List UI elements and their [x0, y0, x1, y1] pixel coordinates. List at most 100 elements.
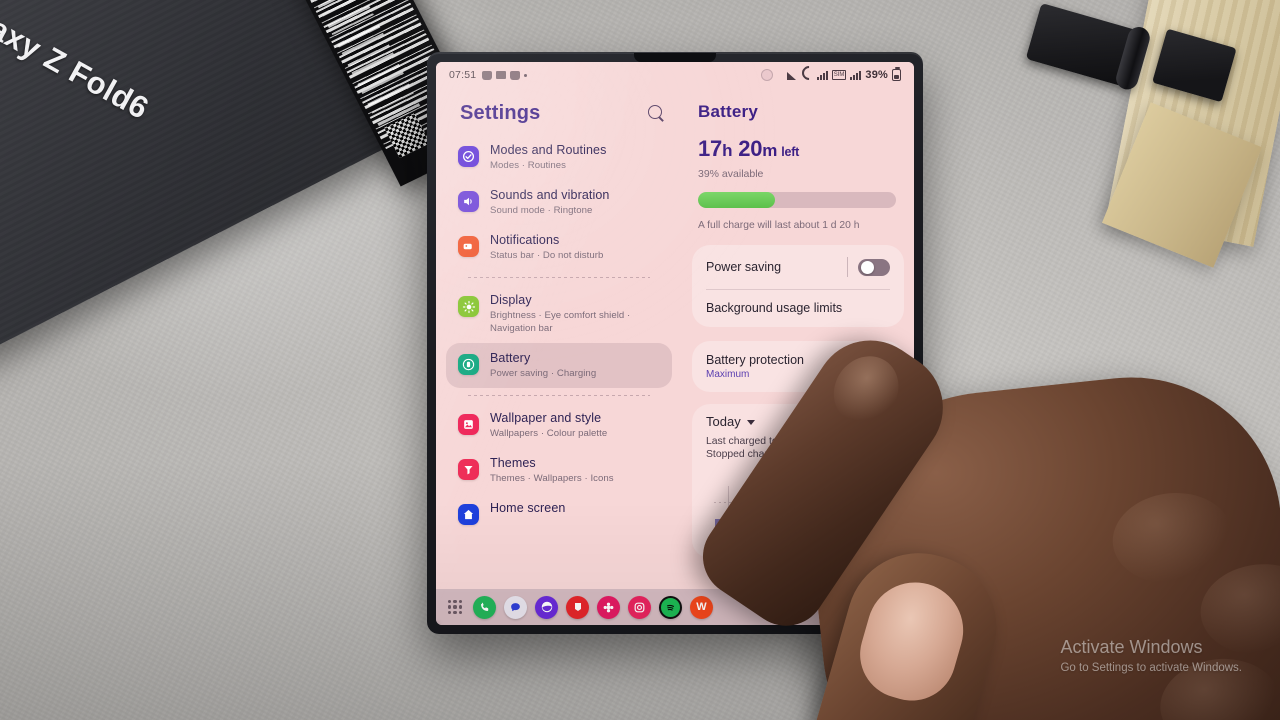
sidebar-item-label: Wallpaper and style — [490, 411, 602, 425]
row-separator — [847, 257, 848, 277]
w-app-icon[interactable]: W — [690, 595, 713, 619]
battery-level-fill — [698, 192, 776, 208]
row-label: Power saving — [706, 260, 782, 274]
cloud-icon — [510, 70, 521, 80]
gmail-icon — [496, 71, 507, 79]
battery-icon — [892, 67, 901, 81]
app-drawer-icon[interactable] — [448, 600, 462, 614]
instagram-icon[interactable] — [628, 595, 651, 619]
display-icon — [458, 296, 479, 317]
battery-hours-unit: h — [722, 141, 733, 160]
battery-remaining-block: 17h 20m left 39% available — [682, 136, 914, 180]
sidebar-item-home-screen[interactable]: Home screen — [446, 493, 672, 533]
thumb-nail — [849, 571, 975, 711]
sidebar-item-notifications[interactable]: Notifications Status bar · Do not distur… — [446, 225, 672, 270]
sidebar-item-battery[interactable]: Battery Power saving · Charging — [446, 343, 672, 388]
chevron-down-icon[interactable] — [746, 420, 755, 425]
battery-level-bar — [698, 192, 896, 208]
sidebar-item-sublabel: Themes · Wallpapers · Icons — [490, 473, 614, 484]
sidebar-item-label: Notifications — [490, 233, 560, 247]
status-bar: 07:51 SIM 39% — [436, 62, 914, 88]
status-bar-clock: 07:51 — [449, 69, 477, 81]
battery-available-label: 39% available — [698, 168, 764, 180]
sidebar-divider — [468, 395, 650, 396]
flower-app-icon[interactable] — [597, 595, 620, 619]
sidebar-item-text: Home screen — [490, 501, 565, 516]
sidebar-item-label: Battery — [490, 351, 531, 365]
search-icon[interactable] — [647, 104, 666, 123]
watermark-title: Activate Windows — [1060, 637, 1203, 657]
sidebar-header: Settings — [436, 96, 682, 135]
sidebar-item-text: Themes Themes · Wallpapers · Icons — [490, 456, 614, 485]
sidebar-item-display[interactable]: Display Brightness · Eye comfort shield … — [446, 285, 672, 343]
sidebar-item-text: Wallpaper and style Wallpapers · Colour … — [490, 411, 607, 440]
cloud-icon — [482, 70, 493, 80]
power-saving-toggle-wrap[interactable] — [847, 257, 890, 277]
battery-minutes-unit: m — [762, 141, 778, 160]
toggle-knob — [860, 260, 874, 274]
files-icon[interactable] — [566, 595, 589, 619]
sound-icon — [458, 191, 479, 212]
battery-full-charge-note: A full charge will last about 1 d 20 h — [698, 220, 860, 231]
notifications-icon — [458, 236, 479, 257]
device-hinge-notch — [634, 53, 716, 62]
modes-icon — [458, 146, 479, 167]
sidebar-item-text: Modes and Routines Modes · Routines — [490, 143, 606, 172]
samsung-internet-icon[interactable] — [535, 595, 558, 619]
status-bar-system-icons: SIM 39% — [760, 67, 901, 81]
sidebar-nav-list: Modes and Routines Modes · Routines Soun… — [436, 135, 682, 533]
spotify-icon[interactable] — [659, 595, 682, 619]
sidebar-item-sublabel: Modes · Routines — [490, 160, 566, 171]
settings-sidebar: Settings Modes and Routines Modes · Rout… — [436, 88, 682, 589]
sidebar-item-themes[interactable]: Themes Themes · Wallpapers · Icons — [446, 448, 672, 493]
wood-block-assembly — [990, 0, 1280, 270]
sidebar-item-sublabel: Status bar · Do not disturb — [490, 250, 604, 261]
battery-hours-value: 17 — [698, 136, 723, 161]
battery-icon — [458, 354, 479, 375]
watermark-circle-icon — [760, 69, 773, 81]
wifi-icon — [801, 71, 813, 80]
home-screen-icon — [458, 504, 479, 525]
sidebar-item-sublabel: Sound mode · Ringtone — [490, 205, 593, 216]
dot-icon — [524, 73, 528, 77]
signal-icon — [816, 70, 828, 80]
sidebar-item-text: Notifications Status bar · Do not distur… — [490, 233, 603, 262]
status-bar-battery-percent: 39% — [865, 69, 888, 81]
sidebar-item-text: Battery Power saving · Charging — [490, 351, 596, 380]
sim-icon: SIM — [831, 70, 847, 80]
sidebar-item-label: Sounds and vibration — [490, 188, 610, 202]
battery-page-title: Battery — [698, 102, 758, 121]
power-saving-toggle[interactable] — [858, 258, 890, 276]
watermark-subtitle: Go to Settings to activate Windows. — [1060, 662, 1242, 674]
cast-icon — [786, 71, 797, 80]
box-brand-label: Galaxy Z Fold6 — [0, 0, 155, 126]
row-power-saving[interactable]: Power saving — [692, 245, 904, 289]
sidebar-item-sublabel: Power saving · Charging — [490, 368, 597, 379]
sidebar-item-text: Display Brightness · Eye comfort shield … — [490, 293, 664, 335]
page-title: Settings — [460, 102, 541, 124]
today-label: Today — [706, 414, 741, 429]
sidebar-item-wallpaper-and-style[interactable]: Wallpaper and style Wallpapers · Colour … — [446, 403, 672, 448]
sidebar-item-sublabel: Brightness · Eye comfort shield · Naviga… — [490, 310, 631, 334]
messages-icon[interactable] — [504, 595, 527, 619]
themes-icon — [458, 459, 479, 480]
sidebar-item-text: Sounds and vibration Sound mode · Ringto… — [490, 188, 609, 217]
sidebar-item-sublabel: Wallpapers · Colour palette — [490, 428, 608, 439]
battery-left-suffix: left — [781, 145, 800, 159]
sidebar-item-sounds-and-vibration[interactable]: Sounds and vibration Sound mode · Ringto… — [446, 180, 672, 225]
sidebar-item-label: Themes — [490, 456, 536, 470]
sidebar-item-label: Modes and Routines — [490, 143, 607, 157]
activate-windows-watermark: Activate Windows Go to Settings to activ… — [1060, 636, 1242, 676]
sidebar-item-label: Display — [490, 293, 532, 307]
status-bar-notification-icons — [482, 70, 528, 80]
battery-minutes-value: 20 — [738, 136, 763, 161]
phone-icon[interactable] — [473, 595, 496, 619]
sidebar-divider — [468, 277, 650, 278]
sidebar-item-modes-and-routines[interactable]: Modes and Routines Modes · Routines — [446, 135, 672, 180]
battery-time-left: 17h 20m left — [698, 136, 896, 162]
battery-header: Battery — [682, 96, 914, 136]
hand-knuckle — [1108, 487, 1237, 590]
sidebar-item-label: Home screen — [490, 501, 566, 515]
signal-icon — [850, 70, 862, 80]
wallpaper-icon — [458, 414, 479, 435]
